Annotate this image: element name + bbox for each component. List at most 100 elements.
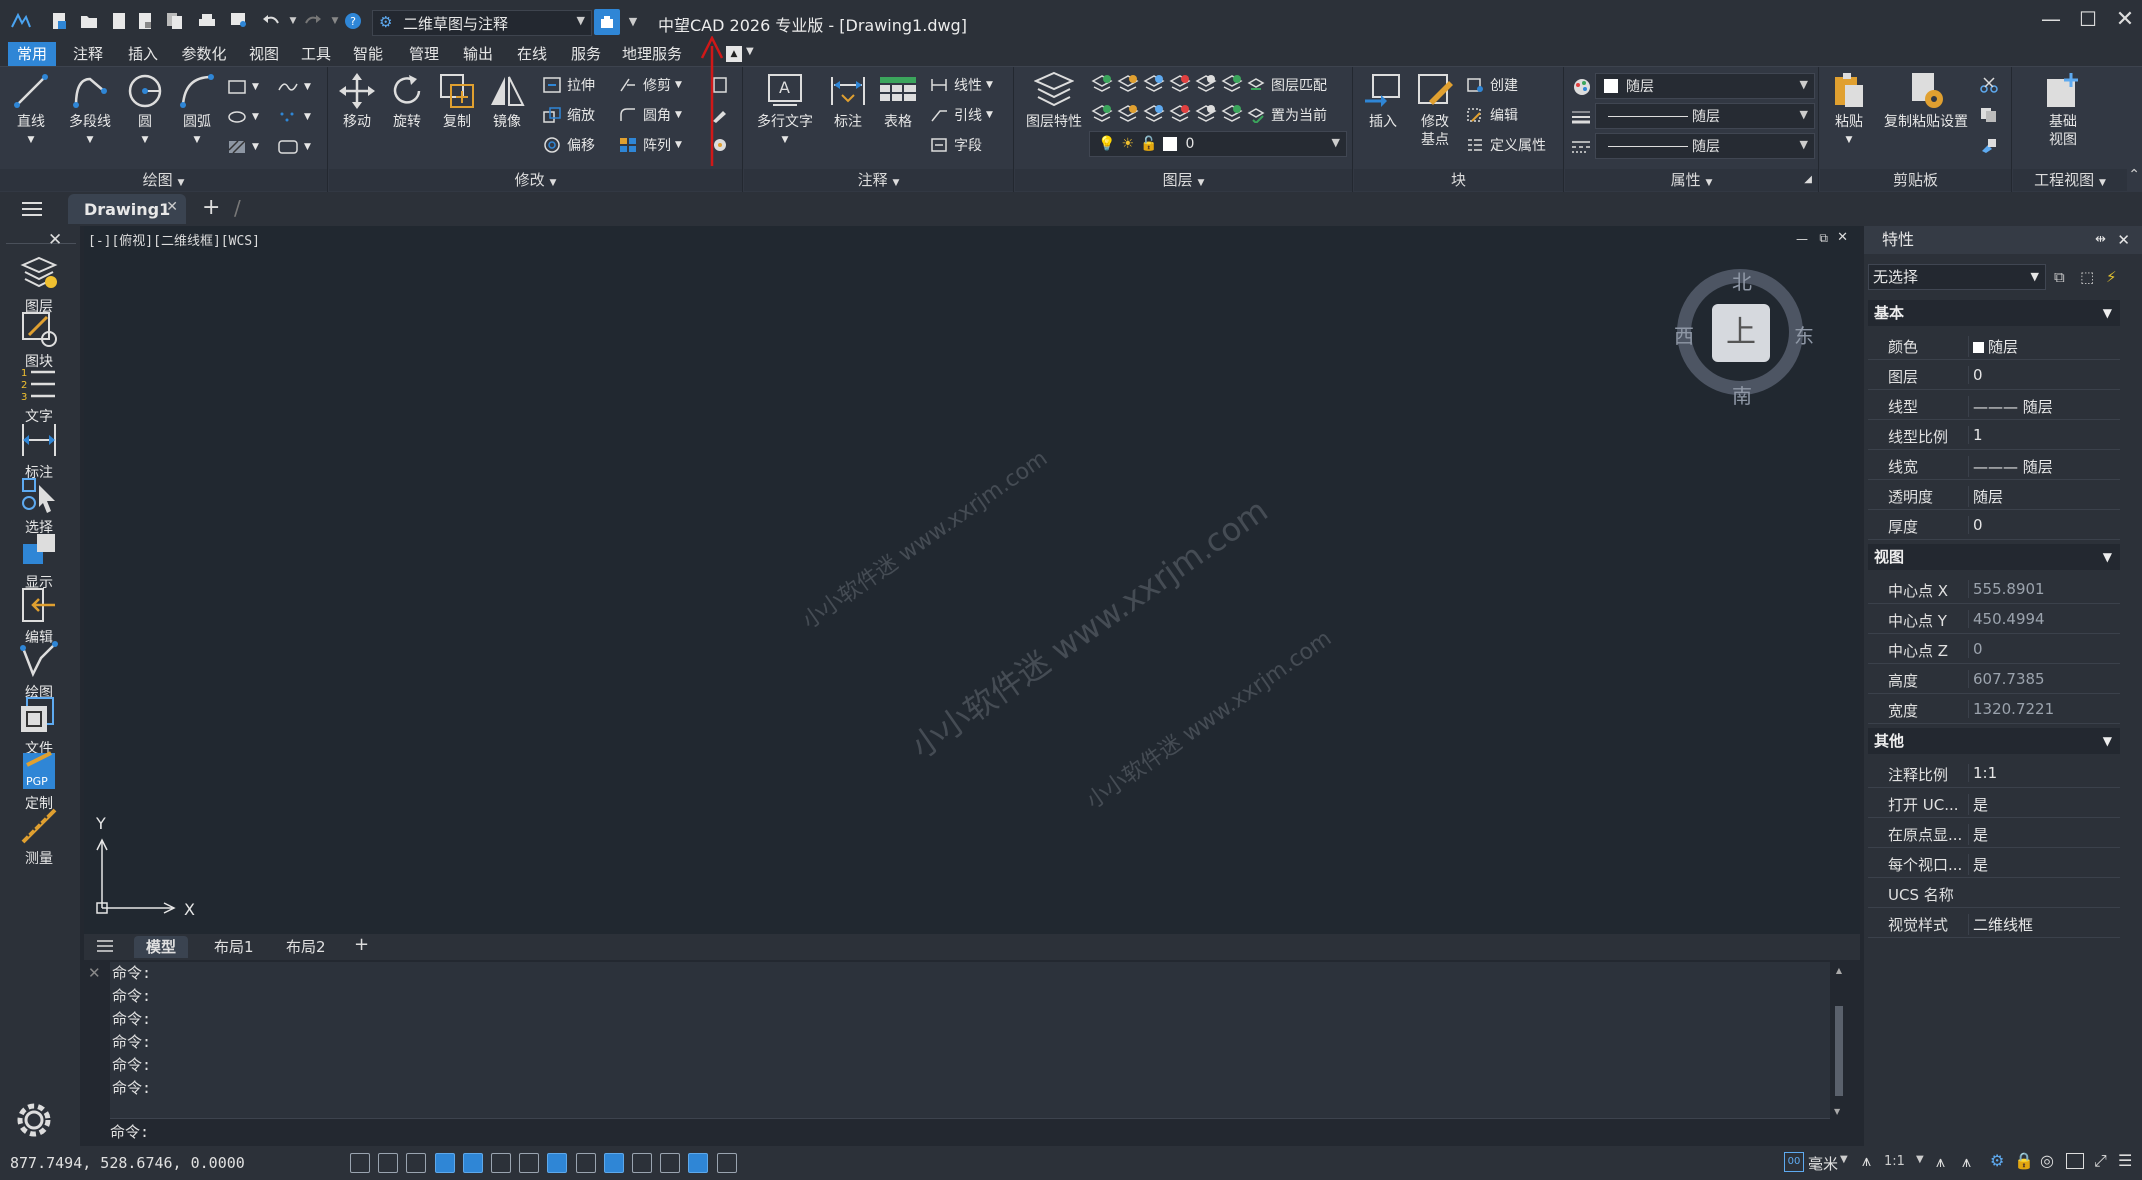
- scroll-up-icon[interactable]: ▲: [1834, 966, 1844, 975]
- prop-row[interactable]: 每个视口... 是: [1868, 848, 2120, 878]
- grid-icon[interactable]: [350, 1153, 370, 1173]
- stretch-button[interactable]: 拉伸: [543, 73, 595, 97]
- linear-dim-button[interactable]: 线性 ▼: [930, 73, 993, 97]
- base-view-button[interactable]: 基础 视图: [2023, 71, 2103, 149]
- select-objects-icon[interactable]: ⬚: [2080, 268, 2094, 286]
- cut-icon[interactable]: [1980, 73, 2004, 97]
- viewport-restore-icon[interactable]: ⧉: [1819, 231, 1828, 246]
- mirror-button[interactable]: 镜像: [485, 71, 529, 131]
- define-attr-button[interactable]: 定义属性: [1466, 133, 1546, 157]
- panel-draw-label[interactable]: 绘图 ▼: [0, 169, 327, 191]
- match-properties-icon[interactable]: [1980, 133, 2004, 157]
- layer-walk-icon[interactable]: [1221, 73, 1243, 95]
- save-all-icon[interactable]: [164, 11, 186, 31]
- layer-select[interactable]: 💡 ☀ 🔓 0 ▼: [1089, 131, 1347, 157]
- model-icon[interactable]: [688, 1153, 709, 1173]
- prop-row[interactable]: 线宽 ——— 随层: [1868, 450, 2120, 480]
- selection-select[interactable]: 无选择 ▼: [1868, 264, 2046, 290]
- annotation-scale-value[interactable]: 1:1: [1884, 1154, 1905, 1169]
- annotation-monitor-icon[interactable]: [716, 1153, 737, 1173]
- tab-menu-1[interactable]: 注释: [66, 42, 110, 66]
- panel-modify-label[interactable]: 修改 ▼: [329, 169, 742, 191]
- move-button[interactable]: 移动: [335, 71, 379, 131]
- prop-row[interactable]: 视觉样式 二维线框: [1868, 908, 2120, 938]
- hardware-accel-icon[interactable]: ⤢: [2094, 1151, 2107, 1171]
- osnap-icon[interactable]: [462, 1153, 483, 1173]
- prop-row[interactable]: 中心点 Z 0: [1868, 634, 2120, 664]
- close-button[interactable]: ✕: [2108, 6, 2142, 32]
- ellipse-button[interactable]: ▼: [228, 105, 259, 129]
- line-button[interactable]: 直线 ▼: [8, 71, 54, 149]
- save-icon[interactable]: [108, 11, 130, 31]
- spline-button[interactable]: ▼: [278, 75, 311, 99]
- tab-menu-5[interactable]: 工具: [294, 42, 338, 66]
- dyn-ucs-icon[interactable]: [519, 1153, 540, 1173]
- prop-row[interactable]: 打开 UC... 是: [1868, 788, 2120, 818]
- command-close-icon[interactable]: ✕: [88, 964, 101, 982]
- trim-button[interactable]: 修剪 ▼: [619, 73, 682, 97]
- save-as-icon[interactable]: [134, 11, 156, 31]
- set-current-button[interactable]: 置为当前: [1247, 103, 1327, 127]
- tab-menu-8[interactable]: 输出: [456, 42, 500, 66]
- snap-icon[interactable]: [378, 1153, 399, 1173]
- customize-qa-icon[interactable]: ▼: [622, 11, 644, 31]
- table-button[interactable]: 表格: [876, 71, 920, 131]
- dimension-button[interactable]: 标注: [826, 71, 870, 131]
- auto-scale-icon[interactable]: ⩚: [1962, 1152, 1971, 1172]
- help-icon[interactable]: ?: [342, 11, 364, 31]
- command-input[interactable]: 命令:: [110, 1118, 1830, 1144]
- toggle-pickadd-icon[interactable]: ⧉: [2054, 268, 2065, 286]
- properties-scrollbar[interactable]: [2126, 296, 2134, 1136]
- linetype-select[interactable]: 随层 ▼: [1595, 103, 1815, 129]
- prop-section-header[interactable]: 基本 ▼: [1868, 300, 2120, 326]
- viewport-close-icon[interactable]: ✕: [1837, 230, 1848, 245]
- viewport-controls-label[interactable]: [-][俯视][二维线框][WCS]: [88, 230, 260, 249]
- copy-clip-icon[interactable]: [1980, 103, 2004, 127]
- layer-off-icon[interactable]: [1091, 103, 1113, 125]
- tab-drawing1[interactable]: Drawing1 ✕: [68, 194, 186, 224]
- prop-row[interactable]: 宽度 1320.7221: [1868, 694, 2120, 724]
- tab-menu-9[interactable]: 在线: [510, 42, 554, 66]
- prop-row[interactable]: 透明度 随层: [1868, 480, 2120, 510]
- prop-row[interactable]: 线型 ——— 随层: [1868, 390, 2120, 420]
- viewcube-top-face[interactable]: 上: [1712, 304, 1770, 362]
- ortho-icon[interactable]: [406, 1153, 427, 1173]
- add-layout-icon[interactable]: +: [354, 934, 369, 955]
- new-file-icon[interactable]: [48, 11, 70, 31]
- prop-section-header[interactable]: 其他 ▼: [1868, 728, 2120, 754]
- panel-annotate-label[interactable]: 注释 ▼: [744, 169, 1013, 191]
- panel-layer-label[interactable]: 图层 ▼: [1015, 169, 1352, 191]
- otrack-icon[interactable]: [491, 1153, 511, 1173]
- pin-icon[interactable]: ⇹: [2095, 226, 2106, 254]
- hamburger-menu-icon[interactable]: [20, 200, 44, 218]
- scroll-down-icon[interactable]: ▼: [1834, 1107, 1840, 1116]
- transparency-icon[interactable]: [603, 1153, 624, 1173]
- layer-lock-icon[interactable]: [1169, 73, 1191, 95]
- tab-menu-10[interactable]: 服务: [564, 42, 608, 66]
- layer-freeze-icon[interactable]: [1117, 73, 1139, 95]
- layer-isolate-icon[interactable]: [1143, 73, 1165, 95]
- layer-prev-icon[interactable]: [1195, 103, 1217, 125]
- offset-button[interactable]: 偏移: [543, 133, 595, 157]
- prop-section-header[interactable]: 视图 ▼: [1868, 544, 2120, 570]
- tab-menu-2[interactable]: 插入: [118, 42, 168, 66]
- hatch-button[interactable]: ▼: [228, 135, 259, 159]
- tab-layout2[interactable]: 布局2: [274, 936, 338, 958]
- cursor-coordinates[interactable]: 877.7494, 528.6746, 0.0000: [10, 1154, 245, 1172]
- leader-button[interactable]: 引线 ▼: [930, 103, 993, 127]
- panel-projview-label[interactable]: 工程视图 ▼: [2013, 169, 2127, 191]
- region-button[interactable]: ▼: [278, 135, 311, 159]
- prop-row[interactable]: 注释比例 1:1: [1868, 758, 2120, 788]
- minimize-button[interactable]: —: [2034, 6, 2068, 32]
- expand-icon[interactable]: ◢: [1804, 169, 1812, 191]
- qp-icon[interactable]: [632, 1153, 652, 1173]
- prop-row[interactable]: UCS 名称: [1868, 878, 2120, 908]
- prop-row[interactable]: 中心点 X 555.8901: [1868, 574, 2120, 604]
- new-tab-plus-icon[interactable]: +: [202, 195, 220, 220]
- edit-block-button[interactable]: 编辑: [1466, 103, 1518, 127]
- workspace-settings-icon[interactable]: [594, 9, 620, 35]
- print-preview-icon[interactable]: [228, 11, 250, 31]
- viewcube[interactable]: 北 南 西 东 上: [1674, 266, 1824, 416]
- create-block-button[interactable]: 创建: [1466, 73, 1518, 97]
- polar-icon[interactable]: [434, 1153, 455, 1173]
